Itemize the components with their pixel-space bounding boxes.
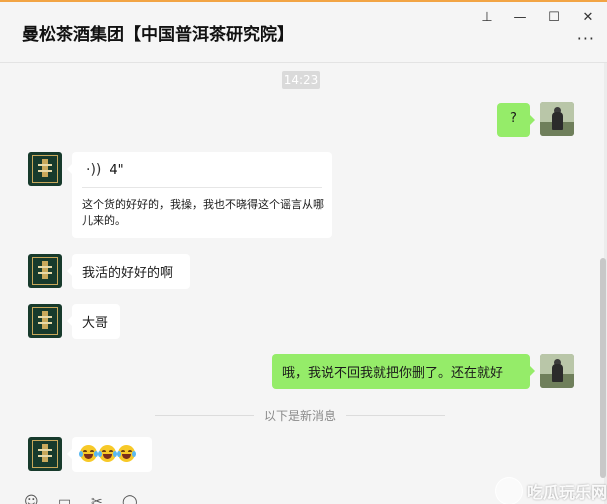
watermark-text: 吃瓜玩乐网 xyxy=(526,483,607,502)
voice-divider xyxy=(82,187,322,188)
message-bubble-contact[interactable]: 我活的好好的啊 xyxy=(67,254,190,289)
message-bubble-self[interactable]: 哦，我说不回我就把你删了。还在就好 xyxy=(272,354,535,389)
message-text: 我活的好好的啊 xyxy=(82,266,174,281)
folder-icon[interactable]: ▭ xyxy=(58,494,71,504)
new-messages-divider: 以下是新消息 xyxy=(155,407,446,423)
voice-duration: 4" xyxy=(109,162,124,178)
chat-bubble-icon[interactable]: ◯ xyxy=(122,494,138,504)
grinning-sweat-emoji xyxy=(98,445,117,462)
title-bar: 曼松茶酒集团【中国普洱茶研究院】 ⊥ — ☐ ✕ ··· xyxy=(0,2,607,63)
message-list[interactable]: 14:23 ? ·)) 4" 这个货的好好的，我操，我也不晓得这个谣言从哪儿来的… xyxy=(0,63,597,504)
message-text: ? xyxy=(510,111,517,126)
contact-avatar[interactable] xyxy=(28,304,62,338)
scissors-icon[interactable]: ✂ xyxy=(91,494,103,504)
new-messages-label: 以下是新消息 xyxy=(264,408,337,423)
scrollbar[interactable] xyxy=(600,258,606,478)
minimize-icon[interactable]: — xyxy=(506,6,534,28)
voice-wave-icon: ·)) xyxy=(86,162,102,178)
more-options-icon[interactable]: ··· xyxy=(577,31,595,47)
site-watermark: 吃瓜玩乐网 xyxy=(494,477,607,504)
chat-title: 曼松茶酒集团【中国普洱茶研究院】 xyxy=(22,25,294,45)
contact-avatar[interactable] xyxy=(28,437,62,471)
message-bubble-self[interactable]: ? xyxy=(497,103,535,137)
grinning-sweat-emoji xyxy=(79,445,98,462)
message-bubble-contact[interactable]: 大哥 xyxy=(67,304,120,339)
message-text: 大哥 xyxy=(82,316,109,331)
message-timestamp: 14:23 xyxy=(282,71,320,89)
voice-message-header[interactable]: ·)) 4" xyxy=(86,162,124,178)
grinning-sweat-emoji xyxy=(117,445,136,462)
self-avatar[interactable] xyxy=(540,354,574,388)
emoji-message-bubble[interactable] xyxy=(67,437,152,472)
contact-avatar[interactable] xyxy=(28,254,62,288)
emoji-icon[interactable]: ☺ xyxy=(24,494,39,504)
voice-message-bubble[interactable]: ·)) 4" 这个货的好好的，我操，我也不晓得这个谣言从哪儿来的。 xyxy=(67,152,332,238)
voice-transcript: 这个货的好好的，我操，我也不晓得这个谣言从哪儿来的。 xyxy=(82,198,324,227)
maximize-icon[interactable]: ☐ xyxy=(540,6,568,28)
self-avatar[interactable] xyxy=(540,102,574,136)
chat-window: 曼松茶酒集团【中国普洱茶研究院】 ⊥ — ☐ ✕ ··· 14:23 ? ·))… xyxy=(0,0,607,504)
contact-avatar[interactable] xyxy=(28,152,62,186)
message-text: 哦，我说不回我就把你删了。还在就好 xyxy=(282,366,504,381)
watermark-logo xyxy=(494,477,523,504)
close-icon[interactable]: ✕ xyxy=(574,6,602,28)
pin-icon[interactable]: ⊥ xyxy=(473,6,501,28)
